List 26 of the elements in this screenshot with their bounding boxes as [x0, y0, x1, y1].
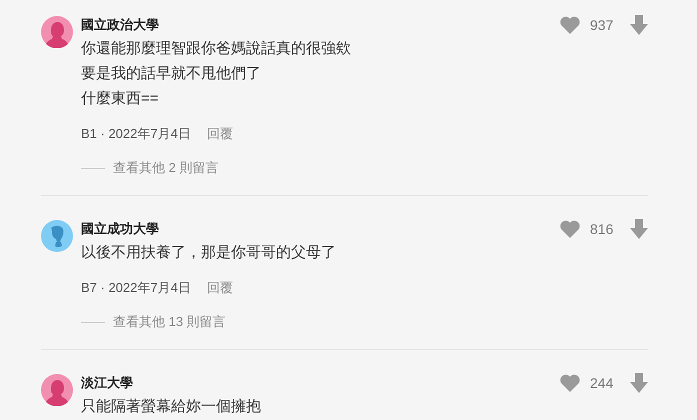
- avatar-icon: [41, 16, 73, 48]
- down-arrow-icon[interactable]: [630, 373, 648, 393]
- avatar-icon: [41, 374, 73, 406]
- comment-text: 你還能那麼理智跟你爸媽說話真的很強欸: [81, 39, 352, 59]
- comment-text: 什麼東西==: [81, 89, 160, 109]
- comment-text: 以後不用扶養了，那是你哥哥的父母了: [81, 243, 337, 263]
- author-name: 國立成功大學: [81, 220, 159, 238]
- like-count: 816: [590, 221, 614, 237]
- down-arrow-icon[interactable]: [630, 219, 648, 239]
- reply-link[interactable]: 回覆: [206, 279, 233, 297]
- heart-icon[interactable]: [560, 16, 580, 34]
- down-arrow-icon[interactable]: [630, 15, 648, 35]
- heart-icon[interactable]: [560, 374, 580, 392]
- author-name: 國立政治大學: [81, 16, 159, 34]
- author-name: 淡江大學: [81, 374, 133, 392]
- comment-text: 要是我的話早就不甩他們了: [81, 64, 262, 84]
- comment-meta: B7 · 2022年7月4日: [81, 279, 191, 297]
- more-replies-link[interactable]: 查看其他 2 則留言: [81, 157, 648, 179]
- comment-text: 只能隔著螢幕給妳一個擁抱: [81, 397, 262, 417]
- like-count: 937: [590, 17, 614, 33]
- comment-meta: B1 · 2022年7月4日: [81, 125, 191, 143]
- more-replies-link[interactable]: 查看其他 13 則留言: [81, 311, 648, 333]
- heart-icon[interactable]: [560, 220, 580, 238]
- avatar-icon: [41, 220, 73, 252]
- reply-link[interactable]: 回覆: [206, 125, 233, 143]
- like-count: 244: [590, 375, 614, 391]
